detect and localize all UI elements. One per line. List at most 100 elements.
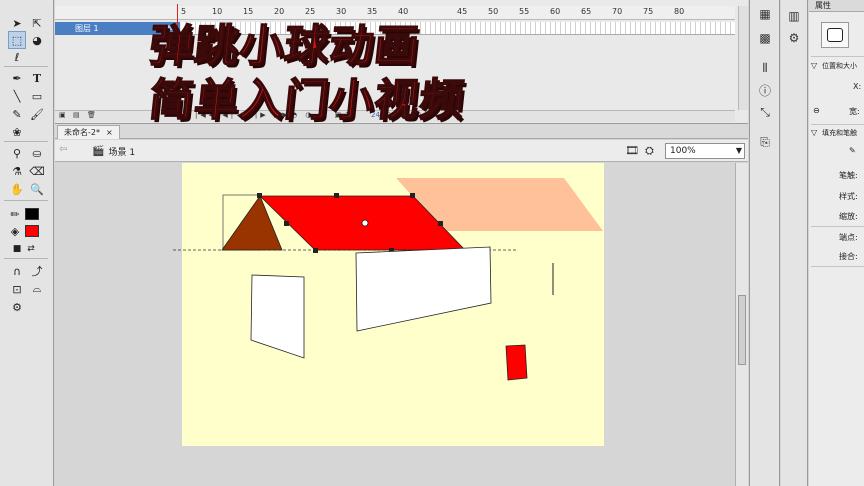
3d-rotation-tool-icon[interactable]: ◕ — [28, 31, 46, 49]
frame-number: 70 — [612, 7, 623, 16]
close-icon[interactable]: × — [106, 126, 113, 139]
smooth-icon[interactable]: ⤴ — [28, 262, 46, 280]
envelope-icon[interactable]: ⚙ — [8, 298, 26, 316]
eyedropper-tool-icon[interactable]: ⚗ — [8, 162, 26, 180]
frame-number: 75 — [643, 7, 654, 16]
title-overlay-line-2: 简单入门小视频 — [146, 74, 468, 127]
section-fill-stroke[interactable]: 填充和笔触 — [822, 128, 857, 138]
subselection-tool-icon[interactable]: ⇱ — [28, 14, 46, 32]
chevron-down-icon[interactable]: ▽ — [811, 61, 817, 70]
tools-divider — [4, 141, 48, 142]
components-panel-icon[interactable]: ⎘ — [757, 134, 773, 150]
swatches-panel-icon[interactable]: ▩ — [757, 30, 773, 46]
pen-tool-icon[interactable]: ✒ — [8, 69, 26, 87]
stroke-label: 笔触: — [839, 171, 858, 180]
pencil-icon[interactable]: ✎ — [849, 146, 856, 155]
cap-label: 端点: — [839, 233, 858, 242]
stroke-color-swatch[interactable] — [25, 208, 39, 220]
frame-number: 55 — [519, 7, 530, 16]
collapsed-panels-column: ▦ ▩ ⫴ ⓘ ⤡ ⎘ — [749, 0, 780, 486]
swap-colors-icon[interactable]: ⇄ — [22, 240, 40, 258]
library-panel-icon[interactable]: ▥ — [786, 8, 802, 24]
tools-panel: ➤ ⇱ ⬚ ◕ ℓ ✒ T ╲ ▭ ✎ 🖌 ❀ ⚲ ⛀ ⚗ ⌫ ✋ 🔍 ✏ ◈ … — [0, 0, 54, 486]
timeline-scrollbar[interactable] — [738, 6, 748, 110]
stage-canvas[interactable] — [55, 163, 735, 486]
edit-symbols-icon[interactable]: ⛭ — [645, 144, 654, 158]
chevron-down-icon: ▼ — [735, 146, 742, 155]
deco-tool-icon[interactable]: ❀ — [8, 123, 26, 141]
breadcrumb[interactable]: 🎬 场景 1 — [92, 145, 135, 158]
document-tab-title: 未命名-2* — [64, 128, 100, 137]
scrollbar-thumb[interactable] — [738, 295, 746, 365]
transform-center-point[interactable] — [361, 219, 369, 227]
distort-icon[interactable]: ⌓ — [28, 280, 46, 298]
layer-name: 图层 1 — [75, 24, 99, 33]
pasteboard[interactable] — [55, 163, 735, 486]
zoom-select[interactable]: 100% ▼ — [665, 143, 745, 159]
pencil-tool-icon[interactable]: ✎ — [8, 105, 26, 123]
fill-color-icon: ◈ — [10, 224, 20, 238]
text-tool-icon[interactable]: T — [28, 69, 46, 87]
tools-divider — [4, 66, 48, 67]
x-label: X: — [853, 82, 862, 91]
bone-tool-icon[interactable]: ⚲ — [8, 144, 26, 162]
section-position-size[interactable]: 位置和大小 — [822, 61, 857, 71]
stage-scrollbar[interactable] — [735, 163, 748, 486]
snap-to-objects-icon[interactable]: ∩ — [8, 262, 26, 280]
free-transform-tool-icon[interactable]: ⬚ — [8, 31, 26, 49]
zoom-value: 100% — [670, 146, 696, 156]
edit-scene-icon[interactable]: 🎞 — [625, 144, 639, 157]
lasso-tool-icon[interactable]: ℓ — [8, 48, 26, 66]
flash-ide-window: ➤ ⇱ ⬚ ◕ ℓ ✒ T ╲ ▭ ✎ 🖌 ❀ ⚲ ⛀ ⚗ ⌫ ✋ 🔍 ✏ ◈ … — [0, 0, 864, 486]
transform-panel-icon[interactable]: ⤡ — [757, 104, 773, 120]
eraser-tool-icon[interactable]: ⌫ — [28, 162, 46, 180]
selection-handle[interactable] — [284, 221, 289, 226]
hand-tool-icon[interactable]: ✋ — [8, 180, 26, 198]
divider — [811, 226, 864, 227]
properties-tab[interactable]: 属性 — [809, 0, 864, 12]
divider — [811, 266, 864, 267]
selection-handle[interactable] — [438, 221, 443, 226]
line-tool-icon[interactable]: ╲ — [8, 87, 26, 105]
edit-bar: ⇦ 🎬 场景 1 🎞 ⛭ 100% ▼ — [55, 140, 748, 162]
shape-icon — [821, 22, 849, 48]
fill-color-swatch[interactable] — [25, 225, 39, 237]
paint-bucket-tool-icon[interactable]: ⛀ — [28, 144, 46, 162]
door-shape[interactable] — [505, 344, 528, 381]
new-layer-icon[interactable]: ▣ — [59, 111, 66, 119]
tools-divider — [4, 200, 48, 201]
stroke-color-icon: ✏ — [10, 207, 20, 221]
selection-handle[interactable] — [313, 248, 318, 253]
selection-handle[interactable] — [257, 193, 262, 198]
scene-label: 场景 1 — [108, 148, 136, 158]
divider — [811, 56, 864, 57]
divider — [811, 124, 864, 125]
new-folder-icon[interactable]: ▤ — [73, 111, 80, 119]
properties-panel: 属性 ▽ 位置和大小 X: ⊖ 宽: ▽ 填充和笔触 ✎ 笔触: 样式: 缩放:… — [809, 0, 864, 486]
brush-tool-icon[interactable]: 🖌 — [28, 105, 46, 123]
frame-number: 50 — [488, 7, 499, 16]
lock-ratio-icon[interactable]: ⊖ — [813, 106, 820, 115]
frame-number: 80 — [674, 7, 685, 16]
tools-divider — [4, 258, 48, 259]
scale-label: 缩放: — [839, 212, 858, 221]
zoom-tool-icon[interactable]: 🔍 — [28, 180, 46, 198]
chevron-down-icon[interactable]: ▽ — [811, 128, 817, 137]
width-label: 宽: — [849, 107, 860, 116]
rectangle-tool-icon[interactable]: ▭ — [28, 87, 46, 105]
straighten-icon[interactable]: ⊡ — [8, 280, 26, 298]
selection-tool-icon[interactable]: ➤ — [8, 14, 26, 32]
frame-number: 60 — [550, 7, 561, 16]
style-label: 样式: — [839, 192, 858, 201]
back-arrow-icon[interactable]: ⇦ — [59, 144, 67, 155]
delete-layer-icon[interactable]: 🗑 — [87, 111, 96, 119]
align-panel-icon[interactable]: ⫴ — [757, 60, 773, 76]
color-panel-icon[interactable]: ▦ — [757, 6, 773, 22]
selection-handle[interactable] — [334, 193, 339, 198]
selection-handle[interactable] — [410, 193, 415, 198]
document-tab[interactable]: 未命名-2* × — [57, 125, 120, 139]
frame-number: 65 — [581, 7, 592, 16]
library-panels-column: ▥ ⚙ — [781, 0, 808, 486]
motion-presets-icon[interactable]: ⚙ — [786, 30, 802, 46]
info-panel-icon[interactable]: ⓘ — [757, 82, 773, 98]
